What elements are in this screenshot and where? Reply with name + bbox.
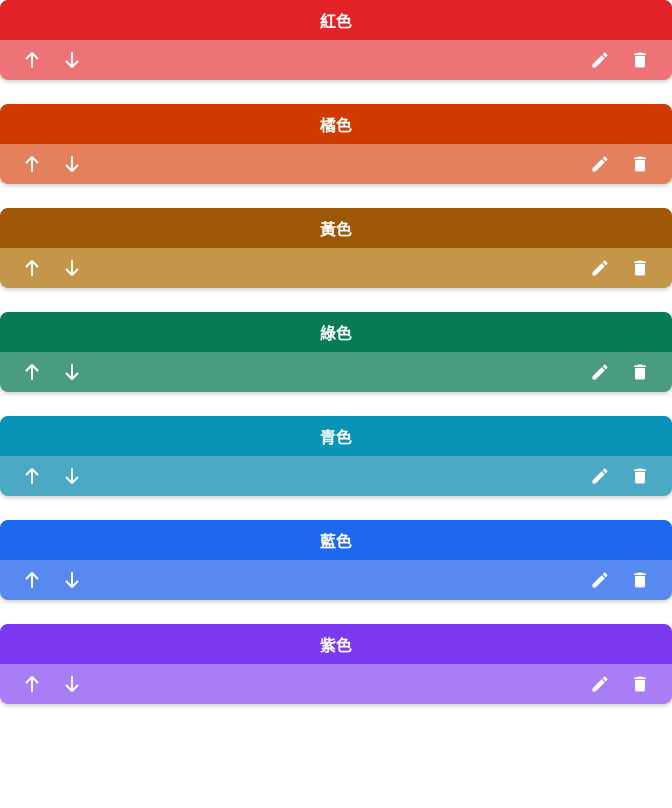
arrow-up-icon [25,468,39,484]
pencil-icon [592,156,608,172]
item-controls [580,664,660,704]
color-card: 紅色 [0,0,672,80]
color-card-actions [0,144,672,184]
item-controls [580,560,660,600]
move-up-button[interactable] [12,40,52,80]
arrow-up-icon [25,260,39,276]
edit-button[interactable] [580,664,620,704]
item-controls [580,456,660,496]
color-card-title: 橘色 [0,104,672,144]
trash-icon [634,364,646,380]
move-up-button[interactable] [12,248,52,288]
pencil-icon [592,52,608,68]
color-card: 黃色 [0,208,672,288]
reorder-controls [12,456,92,496]
color-card: 綠色 [0,312,672,392]
edit-button[interactable] [580,352,620,392]
reorder-controls [12,664,92,704]
arrow-up-icon [25,52,39,68]
trash-icon [634,468,646,484]
color-card: 橘色 [0,104,672,184]
color-card-title: 紫色 [0,624,672,664]
delete-button[interactable] [620,456,660,496]
move-down-button[interactable] [52,248,92,288]
arrow-down-icon [65,156,79,172]
color-card: 青色 [0,416,672,496]
arrow-down-icon [65,676,79,692]
color-list: 紅色 橘色 黃色 綠色 青色 藍色 紫色 [0,0,672,728]
move-down-button[interactable] [52,664,92,704]
delete-button[interactable] [620,560,660,600]
item-controls [580,248,660,288]
arrow-down-icon [65,52,79,68]
item-controls [580,144,660,184]
pencil-icon [592,572,608,588]
color-card-title: 黃色 [0,208,672,248]
color-card-title: 藍色 [0,520,672,560]
arrow-up-icon [25,156,39,172]
edit-button[interactable] [580,40,620,80]
arrow-down-icon [65,468,79,484]
color-card-actions [0,40,672,80]
move-down-button[interactable] [52,560,92,600]
edit-button[interactable] [580,144,620,184]
color-card-actions [0,560,672,600]
edit-button[interactable] [580,456,620,496]
pencil-icon [592,364,608,380]
color-card-actions [0,664,672,704]
color-card-actions [0,456,672,496]
color-card: 紫色 [0,624,672,704]
move-down-button[interactable] [52,144,92,184]
pencil-icon [592,676,608,692]
arrow-down-icon [65,260,79,276]
arrow-up-icon [25,572,39,588]
arrow-down-icon [65,572,79,588]
move-down-button[interactable] [52,352,92,392]
move-down-button[interactable] [52,456,92,496]
color-card-actions [0,248,672,288]
move-down-button[interactable] [52,40,92,80]
arrow-up-icon [25,676,39,692]
reorder-controls [12,560,92,600]
move-up-button[interactable] [12,664,52,704]
delete-button[interactable] [620,352,660,392]
arrow-down-icon [65,364,79,380]
color-card-title: 綠色 [0,312,672,352]
trash-icon [634,676,646,692]
reorder-controls [12,352,92,392]
color-card-actions [0,352,672,392]
trash-icon [634,156,646,172]
move-up-button[interactable] [12,560,52,600]
edit-button[interactable] [580,560,620,600]
delete-button[interactable] [620,664,660,704]
move-up-button[interactable] [12,456,52,496]
reorder-controls [12,248,92,288]
item-controls [580,40,660,80]
color-card: 藍色 [0,520,672,600]
pencil-icon [592,260,608,276]
color-card-title: 青色 [0,416,672,456]
arrow-up-icon [25,364,39,380]
trash-icon [634,260,646,276]
move-up-button[interactable] [12,352,52,392]
trash-icon [634,52,646,68]
reorder-controls [12,40,92,80]
delete-button[interactable] [620,248,660,288]
edit-button[interactable] [580,248,620,288]
delete-button[interactable] [620,40,660,80]
pencil-icon [592,468,608,484]
reorder-controls [12,144,92,184]
item-controls [580,352,660,392]
color-card-title: 紅色 [0,0,672,40]
move-up-button[interactable] [12,144,52,184]
delete-button[interactable] [620,144,660,184]
trash-icon [634,572,646,588]
